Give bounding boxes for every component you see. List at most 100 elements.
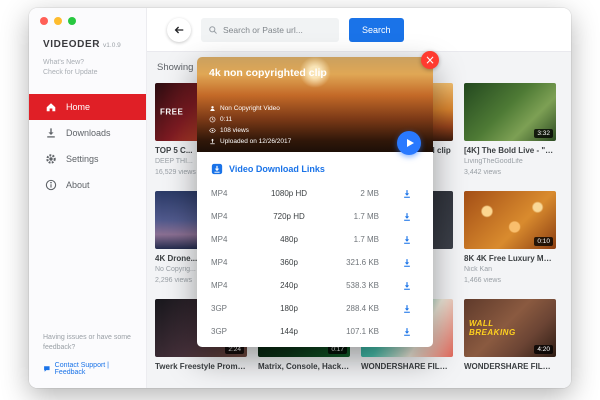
app-window: VIDEODER v1.0.9 What's New? Check for Upd… (29, 8, 571, 388)
download-quality: 720p HD (273, 212, 305, 221)
download-quality: 144p (280, 327, 298, 336)
video-title: Matrix, Console, Hacking... (258, 362, 350, 371)
sidebar-item-about[interactable]: About (29, 172, 146, 198)
download-button[interactable] (395, 281, 419, 291)
video-card[interactable]: 0:10 8K 4K Free Luxury Motio... Nick Kan 1,… (464, 191, 556, 285)
thumbnail-overlay-text: FREE (160, 107, 184, 117)
modal-meta-text: Non Copyright Video (220, 105, 280, 112)
modal-meta-text: Uploaded on 12/26/2017 (220, 138, 292, 145)
download-button[interactable] (395, 212, 419, 222)
download-links-title: Video Download Links (229, 164, 325, 174)
download-button[interactable] (395, 327, 419, 337)
download-button[interactable] (395, 304, 419, 314)
download-options-list: MP4 1080p HD 2 MB MP4 720p HD 1.7 MB MP4 480p 1.… (211, 182, 419, 343)
download-option-row: MP4 720p HD 1.7 MB (211, 205, 419, 228)
sidebar-item-label: Settings (66, 154, 99, 164)
download-size: 2 MB (360, 189, 379, 198)
video-channel: Nick Kan (464, 266, 493, 273)
modal-meta-text: 0:11 (220, 116, 233, 123)
download-quality: 480p (280, 235, 298, 244)
video-thumbnail[interactable]: 0:10 (464, 191, 556, 249)
modal-header: 4k non copyrighted clip Non Copyright Vi… (197, 57, 433, 155)
download-option-row: 3GP 144p 107.1 KB (211, 320, 419, 343)
info-icon (45, 179, 57, 191)
search-icon (209, 25, 217, 34)
app-version: v1.0.9 (103, 42, 121, 49)
video-card[interactable]: 3:32 [4K] The Bold Live - "Go... LivingThe… (464, 83, 556, 177)
search-box (201, 17, 339, 42)
download-format: MP4 (211, 258, 228, 267)
video-views: 1,466 views (464, 276, 501, 284)
topbar: Search (147, 8, 571, 52)
download-format: MP4 (211, 235, 228, 244)
sidebar: VIDEODER v1.0.9 What's New? Check for Upd… (29, 8, 147, 388)
whats-new-link[interactable]: What's New? (43, 58, 136, 68)
video-thumbnail[interactable]: WALL BREAKING 4:20 (464, 299, 556, 357)
download-button[interactable] (395, 258, 419, 268)
download-format: 3GP (211, 327, 228, 336)
modal-body: Video Download Links MP4 1080p HD 2 MB MP4 7… (197, 152, 433, 349)
sidebar-item-downloads[interactable]: Downloads (29, 120, 146, 146)
contact-support-link[interactable]: Contact Support | Feedback (43, 362, 138, 376)
minimize-window-button[interactable] (54, 17, 62, 25)
app-title: VIDEODER (43, 39, 101, 50)
duration-badge: 3:32 (534, 129, 553, 138)
check-update-link[interactable]: Check for Update (43, 68, 136, 78)
home-icon (45, 101, 57, 113)
search-button[interactable]: Search (349, 17, 404, 42)
download-format: MP4 (211, 212, 228, 221)
modal-meta-line: Uploaded on 12/26/2017 (209, 136, 291, 147)
thumbnail-overlay-text: WALL BREAKING (469, 319, 516, 337)
eye-icon (209, 127, 216, 134)
sidebar-item-home[interactable]: Home (29, 94, 146, 120)
modal-meta-text: 108 views (220, 127, 249, 134)
download-size: 1.7 MB (353, 212, 379, 221)
back-button[interactable] (167, 17, 191, 42)
duration-badge: 0:10 (534, 237, 553, 246)
video-thumbnail[interactable]: 3:32 (464, 83, 556, 141)
download-size: 288.4 KB (346, 304, 379, 313)
download-links-header: Video Download Links (211, 163, 419, 175)
videoder-download-icon (211, 163, 223, 175)
download-option-row: MP4 240p 538.3 KB (211, 274, 419, 297)
video-channel: LivingTheGoodLife (464, 158, 523, 165)
download-quality: 1080p HD (270, 189, 308, 198)
video-title: 8K 4K Free Luxury Motio... (464, 254, 556, 263)
download-format: MP4 (211, 189, 228, 198)
modal-meta-line: 108 views (209, 125, 291, 136)
download-option-row: MP4 1080p HD 2 MB (211, 182, 419, 205)
gear-icon (45, 153, 57, 165)
download-button[interactable] (395, 189, 419, 199)
download-quality: 360p (280, 258, 298, 267)
feedback-text: Having issues or have some feedback? (43, 334, 131, 351)
download-button[interactable] (395, 235, 419, 245)
close-icon[interactable]: × (421, 51, 439, 69)
search-input[interactable] (223, 24, 332, 35)
close-window-button[interactable] (40, 17, 48, 25)
modal-meta-line: Non Copyright Video (209, 103, 291, 114)
window-controls (40, 17, 76, 25)
upload-icon (209, 138, 216, 145)
sidebar-item-label: Downloads (66, 128, 111, 138)
clock-icon (209, 116, 216, 123)
video-download-modal: × 4k non copyrighted clip Non Copyright … (197, 51, 439, 349)
download-option-row: 3GP 180p 288.4 KB (211, 297, 419, 320)
video-title: [4K] The Bold Live - "Go... (464, 146, 556, 155)
duration-badge: 4:20 (534, 345, 553, 354)
person-icon (209, 105, 216, 112)
video-card[interactable]: WALL BREAKING 4:20 WONDERSHARE FILMO... (464, 299, 556, 372)
sidebar-item-label: Home (66, 102, 91, 112)
sidebar-item-settings[interactable]: Settings (29, 146, 146, 172)
video-views: 3,442 views (464, 168, 501, 176)
play-button[interactable] (397, 131, 421, 155)
back-arrow-icon (174, 26, 184, 33)
modal-meta-line: 0:11 (209, 114, 291, 125)
download-format: 3GP (211, 304, 228, 313)
download-option-row: MP4 360p 321.6 KB (211, 251, 419, 274)
zoom-window-button[interactable] (68, 17, 76, 25)
download-size: 1.7 MB (353, 235, 379, 244)
modal-meta: Non Copyright Video 0:11 108 views Uploaded… (209, 103, 291, 147)
play-icon (406, 139, 414, 147)
video-title: WONDERSHARE FILMO... (464, 362, 556, 371)
contact-support-label: Contact Support | Feedback (54, 362, 110, 376)
